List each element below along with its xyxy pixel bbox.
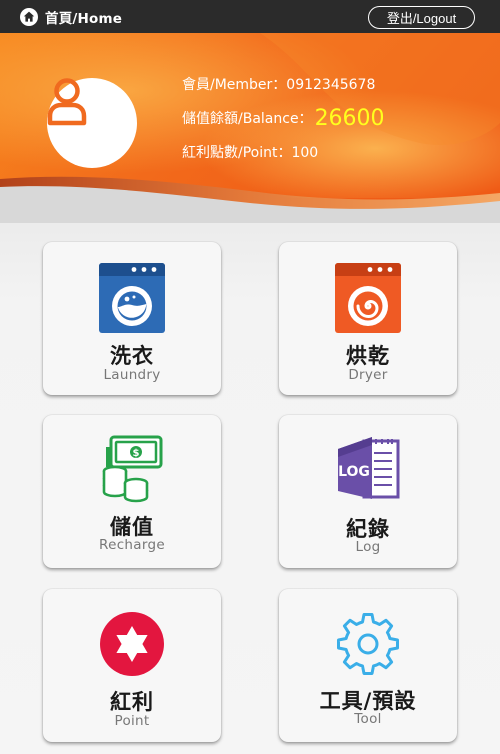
- balance-value: 26600: [314, 105, 385, 131]
- laundry-title: 洗衣: [110, 344, 154, 368]
- point-tile[interactable]: 紅利 Point: [43, 589, 221, 742]
- logout-button[interactable]: 登出/Logout: [368, 6, 475, 29]
- member-info: 會員/Member：0912345678 儲值餘額/Balance： 26600…: [182, 67, 385, 169]
- dryer-subtitle: Dryer: [348, 367, 388, 383]
- home-link[interactable]: 首頁/Home: [20, 7, 122, 27]
- recharge-subtitle: Recharge: [99, 537, 165, 553]
- member-header: 會員/Member：0912345678 儲值餘額/Balance： 26600…: [0, 33, 500, 223]
- tool-subtitle: Tool: [354, 711, 382, 727]
- point-title: 紅利: [110, 690, 154, 714]
- point-line: 紅利點數/Point：100: [182, 145, 319, 161]
- gear-icon: [337, 613, 399, 675]
- log-subtitle: Log: [355, 539, 381, 555]
- avatar: [47, 78, 137, 168]
- recharge-tile[interactable]: $ 儲值 Recharge: [43, 415, 221, 568]
- laundry-subtitle: Laundry: [103, 367, 161, 383]
- log-book-icon: LOG: [338, 437, 400, 499]
- point-subtitle: Point: [114, 713, 150, 729]
- member-id: 會員/Member：0912345678: [182, 77, 376, 93]
- money-coins-icon: $: [102, 435, 163, 503]
- balance-line: 儲值餘額/Balance： 26600: [182, 101, 385, 135]
- svg-text:$: $: [133, 448, 140, 459]
- dryer-title: 烘乾: [346, 344, 390, 368]
- balance-label: 儲值餘額/Balance：: [182, 111, 313, 127]
- home-label: 首頁/Home: [45, 11, 123, 27]
- top-bar: 首頁/Home 登出/Logout: [0, 0, 500, 33]
- dryer-icon: [335, 263, 401, 333]
- washing-machine-icon: [99, 263, 165, 333]
- star-badge-icon: [100, 612, 164, 676]
- laundry-tile[interactable]: 洗衣 Laundry: [43, 242, 221, 395]
- svg-text:LOG: LOG: [338, 464, 370, 480]
- user-icon: [47, 78, 87, 126]
- tool-tile[interactable]: 工具/預設 Tool: [279, 589, 457, 742]
- dryer-tile[interactable]: 烘乾 Dryer: [279, 242, 457, 395]
- home-icon: [20, 8, 38, 26]
- log-tile[interactable]: LOG 紀錄 Log: [279, 415, 457, 568]
